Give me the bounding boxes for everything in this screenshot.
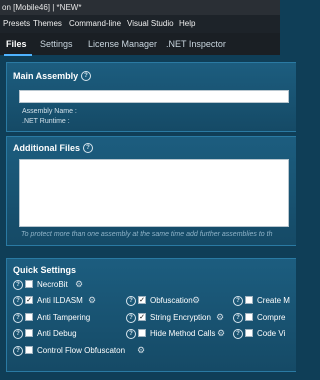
additional-files-help-icon[interactable]: ? xyxy=(83,143,93,153)
help-icon[interactable]: ? xyxy=(13,296,23,306)
help-icon[interactable]: ? xyxy=(13,346,23,356)
create-m-label: Create M xyxy=(257,296,290,305)
title-bar: on [Mobile46] | *NEW* xyxy=(0,0,280,15)
string-encryption-label: String Encryption xyxy=(150,313,211,322)
option-create-m: ? Create M xyxy=(233,295,293,307)
window-title: on [Mobile46] | *NEW* xyxy=(2,3,82,12)
help-icon[interactable]: ? xyxy=(233,329,243,339)
menu-bar: Presets Themes Command-line Visual Studi… xyxy=(0,15,280,33)
control-flow-checkbox[interactable] xyxy=(25,346,33,354)
necrobit-checkbox[interactable] xyxy=(25,280,33,288)
menu-command-line[interactable]: Command-line xyxy=(69,15,121,33)
gear-icon[interactable]: ⚙ xyxy=(216,312,224,323)
gear-icon[interactable]: ⚙ xyxy=(75,279,83,290)
net-runtime-label: .NET Runtime : xyxy=(22,118,70,125)
gear-icon[interactable]: ⚙ xyxy=(217,328,225,339)
quick-settings-title: Quick Settings xyxy=(13,265,77,275)
additional-files-title: Additional Files xyxy=(13,143,81,153)
tab-license-manager[interactable]: License Manager xyxy=(88,33,157,55)
option-compre: ? Compre xyxy=(233,312,293,324)
gear-icon[interactable]: ⚙ xyxy=(88,295,96,306)
help-icon[interactable]: ? xyxy=(126,329,136,339)
help-icon[interactable]: ? xyxy=(233,296,243,306)
help-icon[interactable]: ? xyxy=(126,296,136,306)
control-flow-label: Control Flow Obfuscaton xyxy=(37,346,126,355)
option-string-encryption: ? ✓ String Encryption ⚙ xyxy=(126,312,226,324)
option-necrobit: ? NecroBit ⚙ xyxy=(13,279,93,291)
help-icon[interactable]: ? xyxy=(13,280,23,290)
help-icon[interactable]: ? xyxy=(13,329,23,339)
option-hide-method-calls: ? Hide Method Calls ⚙ xyxy=(126,328,231,340)
create-m-checkbox[interactable] xyxy=(245,296,253,304)
menu-themes[interactable]: Themes xyxy=(33,15,62,33)
code-vi-checkbox[interactable] xyxy=(245,329,253,337)
help-icon[interactable]: ? xyxy=(233,313,243,323)
assembly-name-label: Assembly Name : xyxy=(22,108,77,115)
help-icon[interactable]: ? xyxy=(13,313,23,323)
additional-files-panel: Additional Files ? To protect more than … xyxy=(6,136,296,246)
tab-files[interactable]: Files xyxy=(6,33,27,55)
menu-presets[interactable]: Presets xyxy=(3,15,30,33)
anti-tampering-checkbox[interactable] xyxy=(25,313,33,321)
anti-debug-label: Anti Debug xyxy=(37,329,77,338)
necrobit-label: NecroBit xyxy=(37,280,68,289)
main-assembly-panel: Main Assembly ? Assembly Name : .NET Run… xyxy=(6,62,296,132)
option-obfuscation: ? ✓ Obfuscation ⚙ xyxy=(126,295,216,307)
option-code-vi: ? Code Vi xyxy=(233,328,293,340)
anti-tampering-label: Anti Tampering xyxy=(37,313,91,322)
main-assembly-input[interactable] xyxy=(19,90,289,103)
main-assembly-help-icon[interactable]: ? xyxy=(81,71,91,81)
anti-ildasm-checkbox[interactable]: ✓ xyxy=(25,296,33,304)
anti-debug-checkbox[interactable] xyxy=(25,329,33,337)
menu-visual-studio[interactable]: Visual Studio xyxy=(127,15,174,33)
option-anti-ildasm: ? ✓ Anti ILDASM ⚙ xyxy=(13,295,113,307)
obfuscation-label: Obfuscation xyxy=(150,296,193,305)
help-icon[interactable]: ? xyxy=(126,313,136,323)
gear-icon[interactable]: ⚙ xyxy=(137,345,145,356)
tab-settings[interactable]: Settings xyxy=(40,33,73,55)
tab-net-inspector[interactable]: .NET Inspector xyxy=(166,33,226,55)
string-encryption-checkbox[interactable]: ✓ xyxy=(138,313,146,321)
active-tab-indicator xyxy=(4,54,32,56)
menu-help[interactable]: Help xyxy=(179,15,195,33)
code-vi-label: Code Vi xyxy=(257,329,286,338)
compre-label: Compre xyxy=(257,313,286,322)
obfuscation-checkbox[interactable]: ✓ xyxy=(138,296,146,304)
quick-settings-panel: Quick Settings ? NecroBit ⚙ ? ✓ Anti ILD… xyxy=(6,258,296,372)
hide-method-calls-label: Hide Method Calls xyxy=(150,329,216,338)
gear-icon[interactable]: ⚙ xyxy=(192,295,200,306)
anti-ildasm-label: Anti ILDASM xyxy=(37,296,83,305)
compre-checkbox[interactable] xyxy=(245,313,253,321)
option-control-flow: ? Control Flow Obfuscaton ⚙ xyxy=(13,345,153,357)
main-assembly-title: Main Assembly xyxy=(13,71,79,81)
hide-method-calls-checkbox[interactable] xyxy=(138,329,146,337)
option-anti-debug: ? Anti Debug xyxy=(13,328,113,340)
additional-files-list[interactable] xyxy=(19,159,289,227)
tab-bar: Files Settings License Manager .NET Insp… xyxy=(0,33,280,55)
option-anti-tampering: ? Anti Tampering xyxy=(13,312,113,324)
additional-files-note: To protect more than one assembly at the… xyxy=(21,231,273,238)
